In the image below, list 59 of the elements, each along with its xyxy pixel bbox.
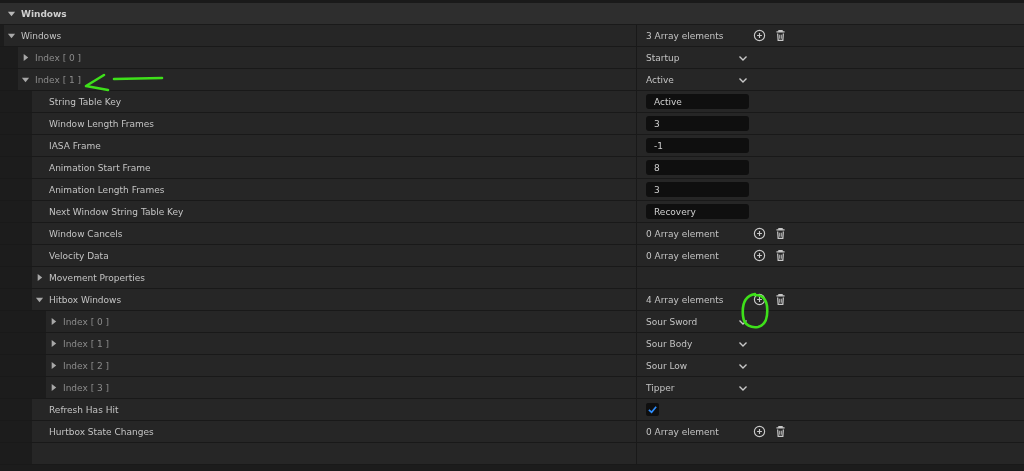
- property-label: Window Length Frames: [49, 118, 154, 129]
- property-label: Index [ 1 ]: [63, 338, 110, 349]
- input-field[interactable]: 3: [646, 116, 749, 131]
- dropdown[interactable]: Sour Body: [646, 338, 748, 349]
- property-label: Hurtbox State Changes: [49, 426, 154, 437]
- input-field[interactable]: 8: [646, 160, 749, 175]
- property-label: Index [ 3 ]: [63, 382, 110, 393]
- category-label: Windows: [21, 8, 67, 19]
- add-icon[interactable]: [753, 425, 766, 438]
- property-label: Velocity Data: [49, 250, 109, 261]
- property-label: Next Window String Table Key: [49, 206, 184, 217]
- property-label: String Table Key: [49, 96, 122, 107]
- array-count: 3 Array elements: [646, 30, 725, 41]
- array-count: 0 Array element: [646, 228, 720, 239]
- expand-arrow-icon[interactable]: [21, 75, 30, 84]
- property-label: Window Cancels: [49, 228, 123, 239]
- delete-icon[interactable]: [774, 425, 787, 438]
- expand-arrow-icon[interactable]: [49, 339, 58, 348]
- add-icon[interactable]: [753, 293, 766, 306]
- property-label: Animation Length Frames: [49, 184, 165, 195]
- dropdown[interactable]: Tipper: [646, 382, 748, 393]
- expand-arrow-icon[interactable]: [49, 383, 58, 392]
- delete-icon[interactable]: [774, 227, 787, 240]
- expand-arrow-icon[interactable]: [7, 9, 16, 18]
- delete-icon[interactable]: [774, 249, 787, 262]
- expand-arrow-icon[interactable]: [49, 317, 58, 326]
- array-count: 4 Array elements: [646, 294, 725, 305]
- expand-arrow-icon[interactable]: [7, 31, 16, 40]
- property-label: Index [ 0 ]: [35, 52, 82, 63]
- dropdown[interactable]: Active: [646, 74, 748, 85]
- dropdown[interactable]: Sour Low: [646, 360, 748, 371]
- category-header[interactable]: Windows: [0, 3, 1024, 25]
- dropdown[interactable]: Startup: [646, 52, 748, 63]
- property-label: Animation Start Frame: [49, 162, 151, 173]
- delete-icon[interactable]: [774, 293, 787, 306]
- property-label: Refresh Has Hit: [49, 404, 119, 415]
- property-label: Hitbox Windows: [49, 294, 122, 305]
- add-icon[interactable]: [753, 227, 766, 240]
- checkbox[interactable]: [646, 403, 659, 416]
- input-field[interactable]: Active: [646, 94, 749, 109]
- property-label: Index [ 1 ]: [35, 74, 82, 85]
- dropdown[interactable]: Sour Sword: [646, 316, 748, 327]
- expand-arrow-icon[interactable]: [49, 361, 58, 370]
- expand-arrow-icon[interactable]: [35, 295, 44, 304]
- expand-arrow-icon[interactable]: [35, 273, 44, 282]
- array-count: 0 Array element: [646, 250, 720, 261]
- add-icon[interactable]: [753, 29, 766, 42]
- input-field[interactable]: Recovery: [646, 204, 749, 219]
- property-label: Movement Properties: [49, 272, 146, 283]
- input-field[interactable]: -1: [646, 138, 749, 153]
- add-icon[interactable]: [753, 249, 766, 262]
- input-field[interactable]: 3: [646, 182, 749, 197]
- delete-icon[interactable]: [774, 29, 787, 42]
- array-count: 0 Array element: [646, 426, 720, 437]
- property-label: Index [ 2 ]: [63, 360, 110, 371]
- property-label: IASA Frame: [49, 140, 101, 151]
- property-label: Index [ 0 ]: [63, 316, 110, 327]
- expand-arrow-icon[interactable]: [21, 53, 30, 62]
- property-label: Windows: [21, 30, 62, 41]
